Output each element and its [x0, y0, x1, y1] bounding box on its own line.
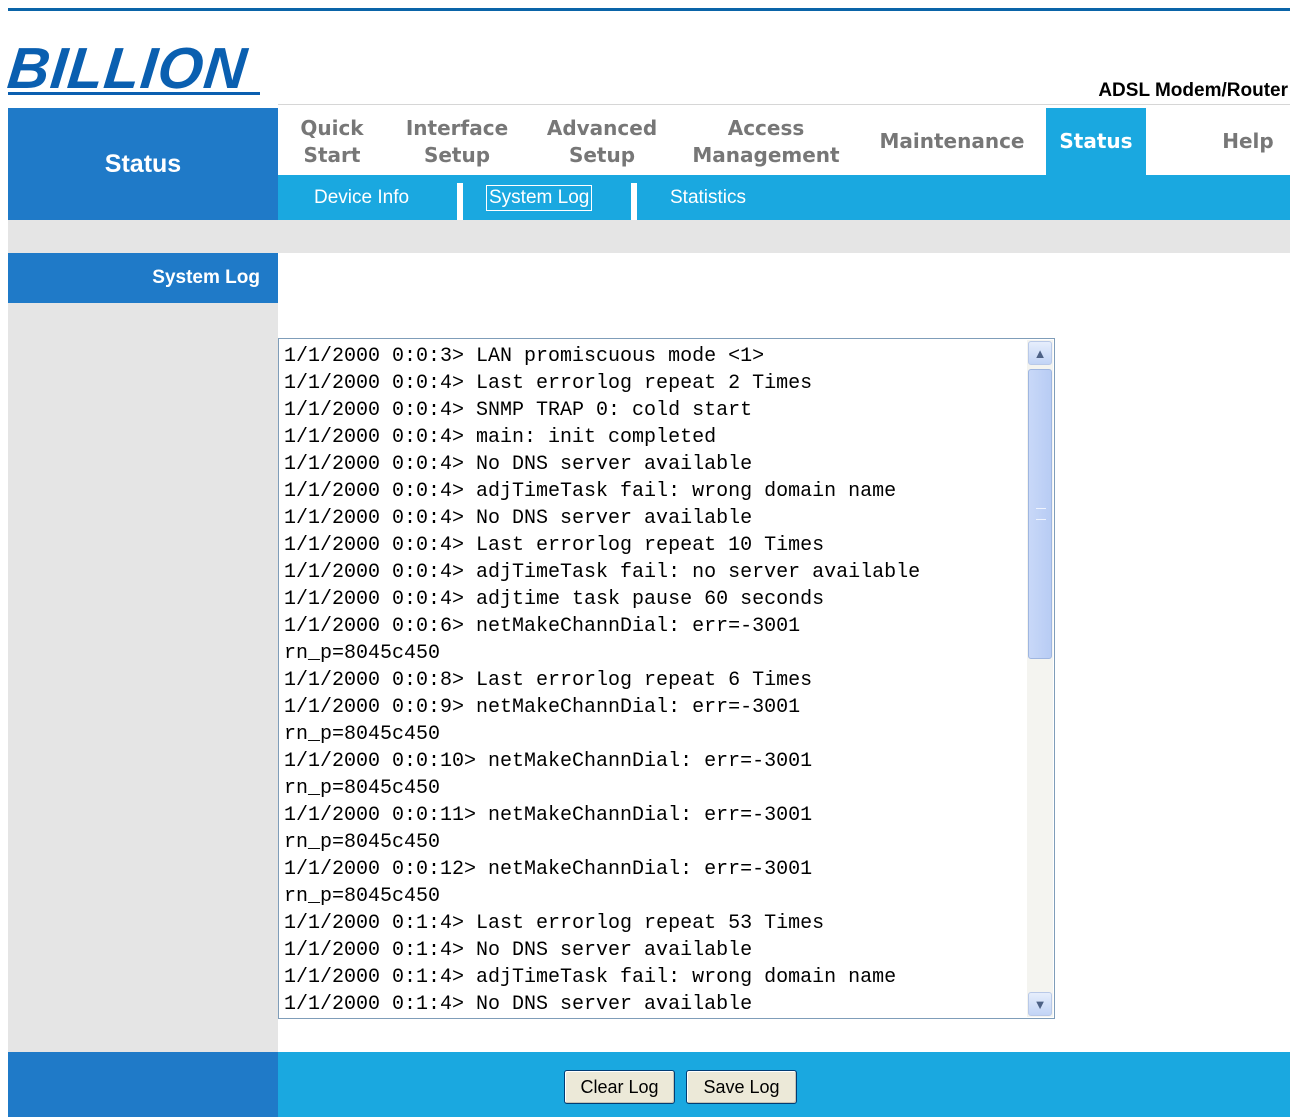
logo-wordmark: BILLION: [4, 36, 251, 101]
nav-label-line2: Setup: [568, 142, 636, 167]
nav-label: Maintenance: [879, 129, 1025, 153]
log-line: 1/1/2000 0:0:4> main: init completed: [284, 426, 717, 449]
subnav-divider: [457, 183, 463, 220]
log-line: 1/1/2000 0:0:3> LAN promiscuous mode <1>: [284, 345, 765, 368]
log-line: 1/1/2000 0:0:6> netMakeChannDial: err=-3…: [284, 615, 801, 638]
nav-label-line1: Access: [727, 115, 805, 140]
log-line: 1/1/2000 0:0:9> netMakeChannDial: err=-3…: [284, 696, 801, 719]
product-name: ADSL Modem/Router: [1098, 80, 1288, 101]
log-line: 1/1/2000 0:1:4> adjTimeTask fail: wrong …: [284, 966, 897, 989]
subnav-divider: [631, 183, 637, 220]
log-line: 1/1/2000 0:1:4> No DNS server available: [284, 939, 753, 962]
log-line: 1/1/2000 0:0:4> Last errorlog repeat 10 …: [284, 534, 825, 557]
log-line: 1/1/2000 0:0:4> adjTimeTask fail: no ser…: [284, 561, 921, 584]
nav-maintenance[interactable]: Maintenance: [868, 108, 1036, 175]
scroll-thumb[interactable]: [1028, 369, 1052, 659]
nav-status[interactable]: Status: [1046, 108, 1146, 175]
grip-icon: [1036, 508, 1046, 520]
top-rule: [8, 8, 1290, 11]
left-panel: [8, 253, 278, 1053]
log-line: 1/1/2000 0:0:10> netMakeChannDial: err=-…: [284, 750, 813, 773]
nav-label-line2: Setup: [423, 142, 491, 167]
log-line: 1/1/2000 0:0:4> No DNS server available: [284, 507, 753, 530]
log-scrollbar[interactable]: ▲ ▼: [1027, 340, 1053, 1017]
clear-log-button[interactable]: Clear Log: [564, 1070, 675, 1104]
log-line: 1/1/2000 0:1:4> No DNS server available: [284, 993, 753, 1016]
log-line: 1/1/2000 0:0:4> SNMP TRAP 0: cold start: [284, 399, 753, 422]
log-line: 1/1/2000 0:0:4> adjtime task pause 60 se…: [284, 588, 825, 611]
log-content: 1/1/2000 0:0:3> LAN promiscuous mode <1>…: [284, 343, 1024, 1018]
nav-help[interactable]: Help: [1208, 108, 1288, 175]
subnav-label: Statistics: [670, 186, 747, 208]
sub-nav: Device Info System Log Statistics: [278, 175, 1290, 220]
log-line: 1/1/2000 0:0:4> No DNS server available: [284, 453, 753, 476]
logo-underline: [8, 92, 260, 95]
nav-label-line1: Quick: [300, 115, 364, 140]
subnav-device-info[interactable]: Device Info: [314, 175, 409, 220]
nav-label-line1: Advanced: [546, 115, 658, 140]
log-line: rn_p=8045c450: [284, 723, 441, 746]
spacer-band: [8, 220, 1290, 253]
system-log-textarea[interactable]: 1/1/2000 0:0:3> LAN promiscuous mode <1>…: [278, 338, 1055, 1019]
header-divider: [278, 104, 1290, 105]
log-line: rn_p=8045c450: [284, 831, 441, 854]
subnav-label: Device Info: [314, 186, 410, 208]
sidebar-item-system-log: System Log: [8, 253, 278, 303]
subnav-system-log[interactable]: System Log: [486, 175, 593, 220]
chevron-up-icon[interactable]: ▲: [1028, 341, 1052, 365]
nav-label: Help: [1222, 129, 1274, 153]
log-line: 1/1/2000 0:0:11> netMakeChannDial: err=-…: [284, 804, 813, 827]
nav-interface-setup[interactable]: Interface Setup: [392, 108, 522, 175]
save-log-button[interactable]: Save Log: [686, 1070, 797, 1104]
log-line: 1/1/2000 0:0:12> netMakeChannDial: err=-…: [284, 858, 813, 881]
main-nav: Quick Start Interface Setup Advanced Setup …: [278, 108, 1290, 175]
nav-label: Status: [1059, 129, 1133, 153]
billion-logo: BILLION: [4, 36, 262, 101]
nav-label-line2: Start: [303, 142, 361, 167]
nav-label-line2: Management: [692, 142, 840, 167]
log-line: rn_p=8045c450: [284, 885, 441, 908]
log-line: 1/1/2000 0:0:4> Last errorlog repeat 2 T…: [284, 372, 813, 395]
chevron-down-icon[interactable]: ▼: [1028, 992, 1052, 1016]
log-line: 1/1/2000 0:0:4> adjTimeTask fail: wrong …: [284, 480, 897, 503]
nav-quick-start[interactable]: Quick Start: [278, 108, 386, 175]
log-line: 1/1/2000 0:0:8> Last errorlog repeat 6 T…: [284, 669, 813, 692]
section-title: Status: [8, 108, 278, 220]
nav-advanced-setup[interactable]: Advanced Setup: [532, 108, 672, 175]
footer-left: [8, 1052, 278, 1117]
subnav-label: System Log: [486, 184, 593, 211]
log-line: rn_p=8045c450: [284, 777, 441, 800]
log-line: 1/1/2000 0:1:4> Last errorlog repeat 53 …: [284, 912, 825, 935]
subnav-statistics[interactable]: Statistics: [670, 175, 746, 220]
nav-access-management[interactable]: Access Management: [682, 108, 850, 175]
log-line: rn_p=8045c450: [284, 642, 441, 665]
nav-label-line1: Interface: [405, 115, 509, 140]
